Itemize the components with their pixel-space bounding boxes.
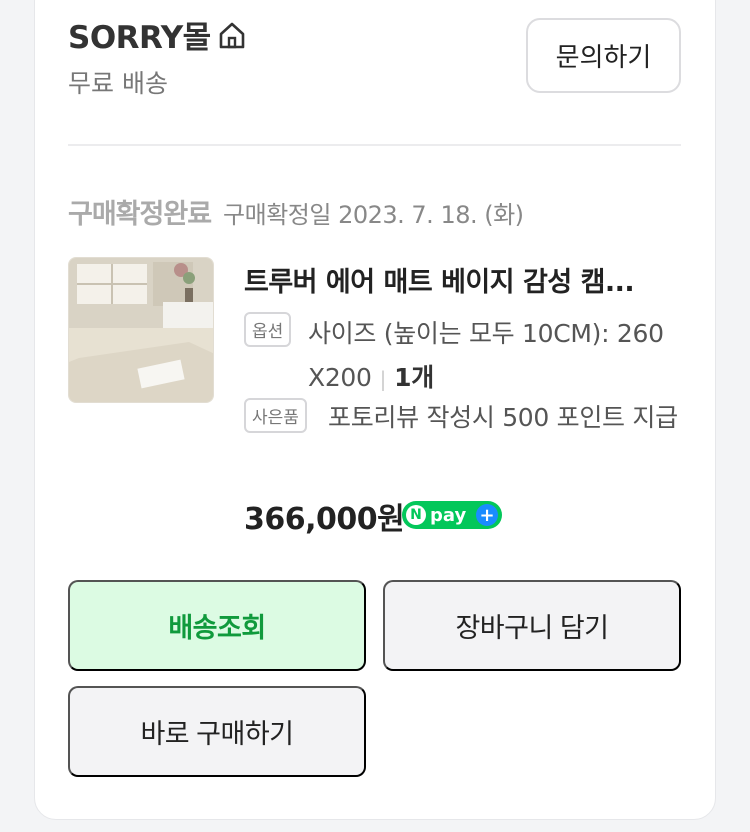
add-to-cart-button[interactable]: 장바구니 담기 [383, 580, 681, 671]
store-name[interactable]: SORRY몰 [68, 12, 247, 57]
option-row: 옵션 [244, 312, 292, 347]
store-name-label[interactable]: SORRY몰 [68, 12, 211, 57]
gift-tag: 사은품 [244, 398, 307, 433]
gift-text: 포토리뷰 작성시 500 포인트 지급 [328, 403, 678, 432]
npay-label: pay [430, 504, 467, 526]
npay-plus-badge: N pay + [402, 501, 502, 529]
option-value: 사이즈 (높이는 모두 10CM): 260 X200 [308, 319, 664, 392]
track-delivery-button[interactable]: 배송조회 [68, 580, 366, 671]
home-icon[interactable] [217, 20, 247, 50]
inquiry-button[interactable]: 문의하기 [526, 18, 681, 93]
shipping-info: 무료 배송 [68, 69, 168, 98]
product-image[interactable] [69, 258, 214, 403]
order-status: 구매확정완료 [68, 199, 212, 230]
confirm-date: 구매확정일 2023. 7. 18. (화) [223, 201, 524, 229]
divider [68, 144, 681, 146]
gift-row: 사은품 [244, 398, 307, 433]
npay-n-icon: N [406, 505, 426, 525]
plus-icon: + [476, 504, 498, 526]
separator: | [379, 367, 387, 391]
product-title[interactable]: 트루버 에어 매트 베이지 감성 캠... [244, 260, 684, 299]
product-thumbnail[interactable] [68, 257, 214, 403]
quantity: 1개 [394, 363, 434, 392]
option-tag: 옵션 [244, 312, 292, 347]
order-status-line: 구매확정완료 구매확정일 2023. 7. 18. (화) [68, 192, 524, 231]
product-price: 366,000원 [244, 502, 405, 537]
buy-now-button[interactable]: 바로 구매하기 [68, 686, 366, 777]
option-text: 사이즈 (높이는 모두 10CM): 260 X200 | 1개 [308, 312, 688, 401]
